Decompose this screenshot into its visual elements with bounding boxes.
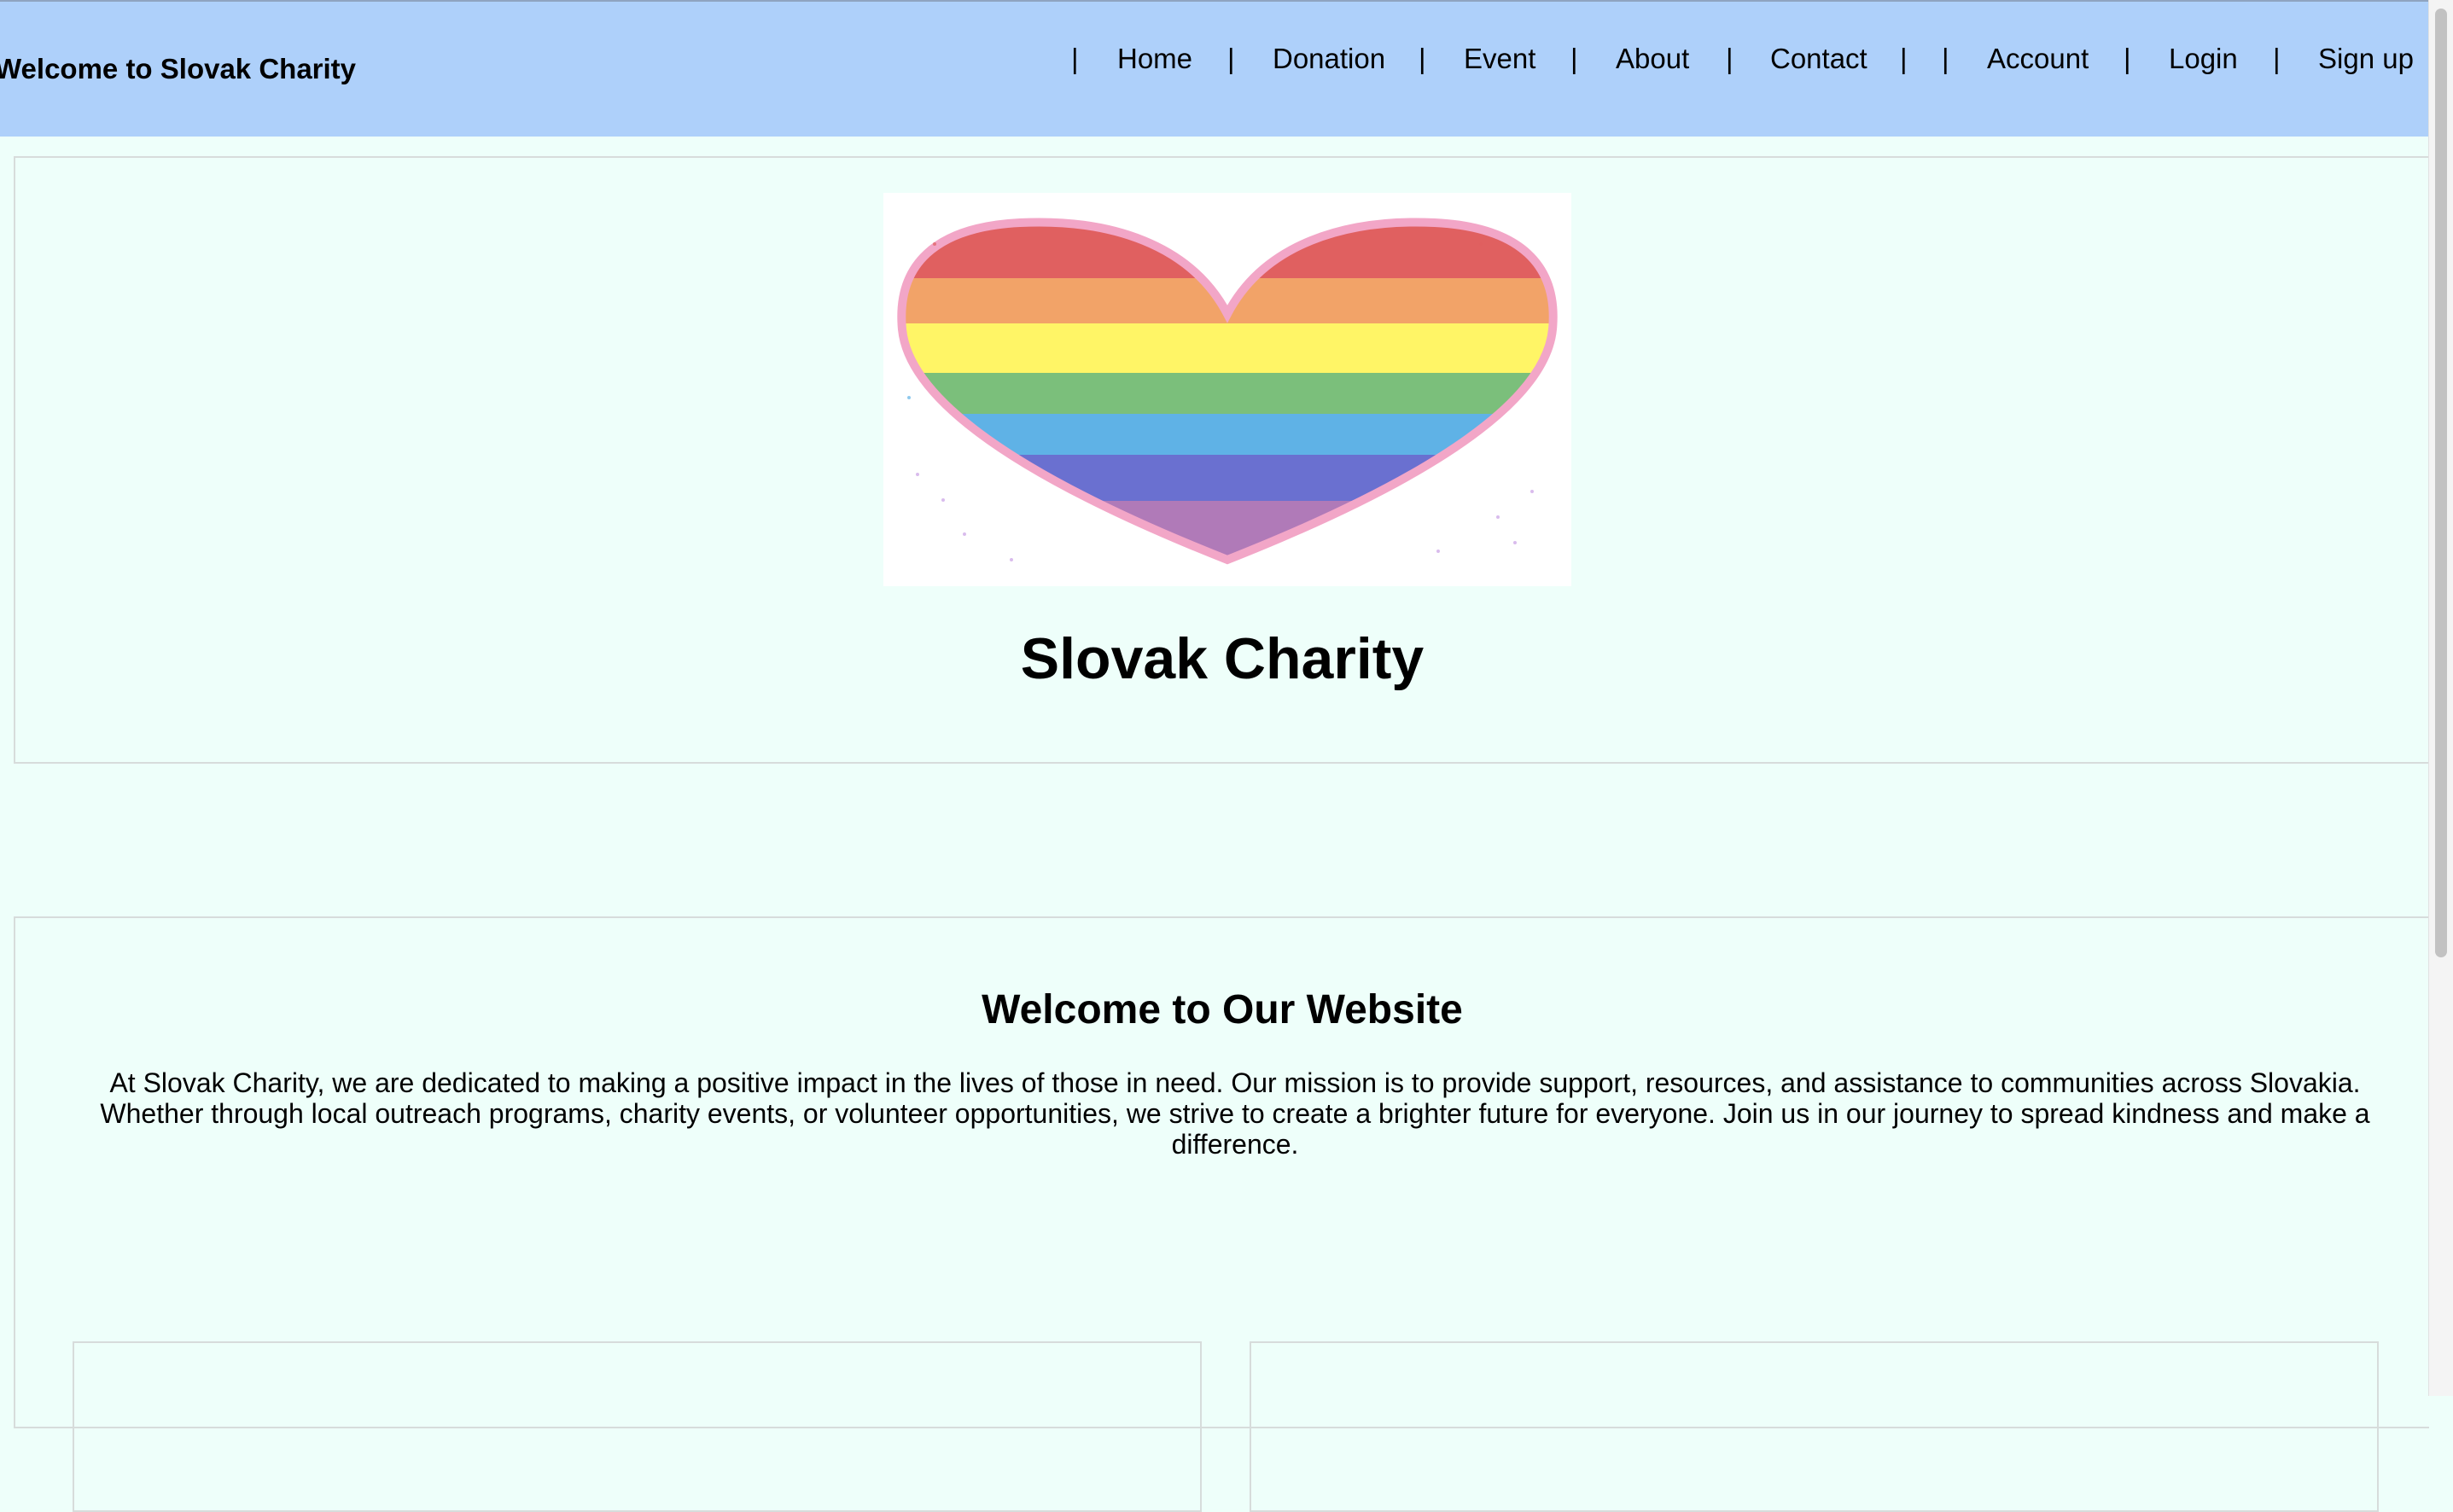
nav-link-contact[interactable]: Contact bbox=[1770, 43, 1867, 74]
scrollbar-thumb[interactable] bbox=[2435, 9, 2447, 957]
welcome-text: At Slovak Charity, we are dedicated to m… bbox=[100, 1067, 2370, 1160]
hero-section: Slovak Charity bbox=[14, 156, 2429, 764]
welcome-title: Welcome to Our Website bbox=[982, 987, 1463, 1032]
main-nav: | Home | Donation | Event | About | Cont… bbox=[0, 43, 2429, 77]
nav-link-event[interactable]: Event bbox=[1464, 43, 1535, 74]
content-card-left bbox=[73, 1341, 1202, 1512]
nav-separator: | bbox=[1570, 43, 1578, 74]
nav-link-account[interactable]: Account bbox=[1987, 43, 2089, 74]
nav-separator: | bbox=[2124, 43, 2131, 74]
nav-separator: | bbox=[1900, 43, 1908, 74]
nav-link-signup[interactable]: Sign up bbox=[2318, 43, 2414, 74]
rainbow-heart-image bbox=[883, 193, 1571, 586]
nav-link-about[interactable]: About bbox=[1616, 43, 1689, 74]
nav-separator: | bbox=[2273, 43, 2281, 74]
nav-separator: | bbox=[1726, 43, 1733, 74]
rainbow-heart-icon bbox=[897, 218, 1558, 565]
content-card-right bbox=[1250, 1341, 2379, 1512]
page-scrollbar[interactable] bbox=[2428, 0, 2453, 1396]
top-header: Welcome to Slovak Charity | Home | Donat… bbox=[0, 0, 2429, 137]
nav-link-login[interactable]: Login bbox=[2169, 43, 2238, 74]
nav-separator: | bbox=[1227, 43, 1235, 74]
hero-title: Slovak Charity bbox=[1020, 626, 1425, 691]
nav-link-donation[interactable]: Donation bbox=[1273, 43, 1385, 74]
welcome-section: Welcome to Our Website At Slovak Charity… bbox=[14, 916, 2429, 1512]
nav-link-home[interactable]: Home bbox=[1117, 43, 1192, 74]
nav-separator: | bbox=[1942, 43, 1949, 74]
nav-separator: | bbox=[1419, 43, 1426, 74]
nav-separator: | bbox=[1071, 43, 1079, 74]
